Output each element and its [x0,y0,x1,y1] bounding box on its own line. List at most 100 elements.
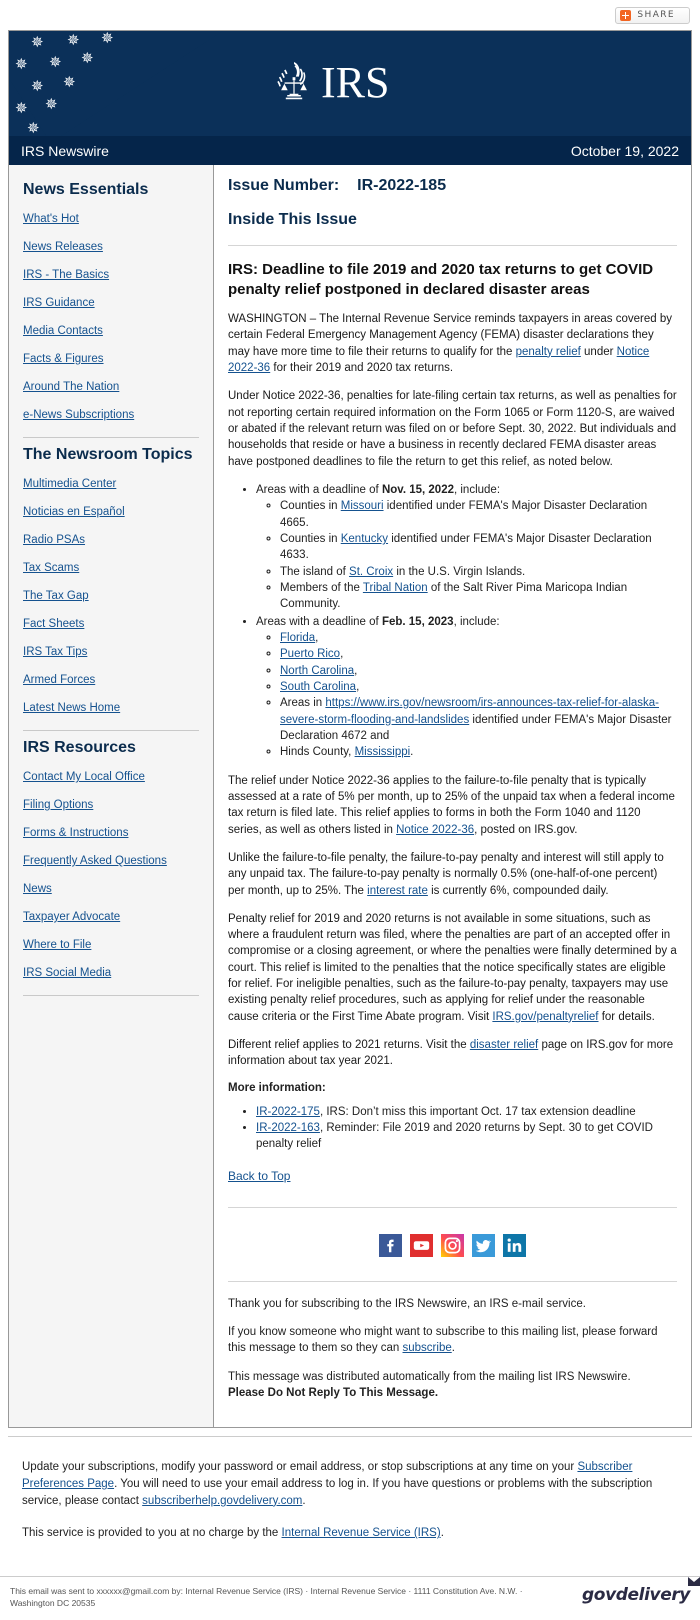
ir-2022-163-link[interactable]: IR-2022-163 [256,1122,320,1134]
sidebar-section-newsroom-topics: The Newsroom Topics Multimedia Center No… [23,446,199,714]
subscription-block: Update your subscriptions, modify your p… [8,1437,692,1576]
list-item: IR-2022-175, IRS: Don’t miss this import… [256,1104,677,1120]
sidebar-item-irs-guidance[interactable]: IRS Guidance [23,297,199,309]
no-charge-text: This service is provided to you at no ch… [22,1527,444,1540]
sidebar-item-where-to-file[interactable]: Where to File [23,939,199,951]
sidebar-item-around-the-nation[interactable]: Around The Nation [23,381,199,393]
list-item: The island of St. Croix in the U.S. Virg… [280,564,677,580]
list-item: Florida, [280,630,677,646]
list-item: IR-2022-163, Reminder: File 2019 and 202… [256,1120,677,1153]
list-item: Areas in https://www.irs.gov/newsroom/ir… [280,695,677,744]
irs-eagle-scales-icon [271,59,317,107]
notice-2022-36-link-2[interactable]: Notice 2022-36 [396,824,474,836]
sidebar-item-tax-scams[interactable]: Tax Scams [23,562,199,574]
list-item: Counties in Missouri identified under FE… [280,498,677,531]
tribal-nation-link[interactable]: Tribal Nation [363,582,428,594]
north-carolina-link[interactable]: North Carolina [280,665,354,677]
twitter-icon[interactable] [472,1233,495,1257]
missouri-link[interactable]: Missouri [341,500,384,512]
facebook-icon[interactable] [379,1233,402,1257]
reference-list: IR-2022-175, IRS: Don’t miss this import… [228,1104,677,1153]
sidebar-item-filing-options[interactable]: Filing Options [23,799,199,811]
kentucky-link[interactable]: Kentucky [341,533,388,545]
ir-2022-175-link[interactable]: IR-2022-175 [256,1106,320,1118]
govdelivery-logo-text: govdelivery [582,1585,690,1606]
sidebar-item-armed-forces[interactable]: Armed Forces [23,674,199,686]
sidebar-item-multimedia-center[interactable]: Multimedia Center [23,478,199,490]
instagram-icon[interactable] [441,1233,464,1257]
deadline-group-nov: Areas with a deadline of Nov. 15, 2022, … [256,482,677,613]
sidebar-item-forms-instructions[interactable]: Forms & Instructions [23,827,199,839]
sidebar-item-news[interactable]: News [23,883,199,895]
paragraph-relief-rate: The relief under Notice 2022-36 applies … [228,774,675,836]
mississippi-link[interactable]: Mississippi [355,746,411,758]
disaster-relief-link[interactable]: disaster relief [470,1039,538,1051]
sidebar-item-faq[interactable]: Frequently Asked Questions [23,855,199,867]
sidebar-item-latest-news-home[interactable]: Latest News Home [23,702,199,714]
florida-link[interactable]: Florida [280,632,315,644]
list-item: Members of the Tribal Nation of the Salt… [280,580,677,613]
irs-gov-penaltyrelief-link[interactable]: IRS.gov/penaltyrelief [492,1011,598,1023]
irs-logo-text: IRS [321,58,390,107]
sidebar-divider [23,437,199,438]
inside-this-issue-heading: Inside This Issue [228,211,357,228]
main-content: Issue Number: IR-2022-185 Inside This Iss… [214,165,691,1427]
masthead: ✵ ✵ ✵ ✵ ✵ ✵ ✵ ✵ ✵ ✵ ✵ IRS [9,31,691,136]
deadline-sublist: Counties in Missouri identified under FE… [256,498,677,612]
article-headline: IRS: Deadline to file 2019 and 2020 tax … [228,261,654,298]
newswire-date: October 19, 2022 [570,142,679,159]
share-button[interactable]: SHARE [615,6,690,24]
envelope-icon [688,1577,700,1587]
subscription-management-text: Update your subscriptions, modify your p… [22,1461,653,1507]
irs-link[interactable]: Internal Revenue Service (IRS) [282,1527,441,1539]
puerto-rico-link[interactable]: Puerto Rico [280,648,340,660]
paragraph-under-notice: Under Notice 2022-36, penalties for late… [228,390,677,468]
sidebar-item-irs-the-basics[interactable]: IRS - The Basics [23,269,199,281]
youtube-icon[interactable] [410,1233,433,1257]
sidebar-item-enews-subscriptions[interactable]: e-News Subscriptions [23,409,199,421]
paragraph-exclusions: Penalty relief for 2019 and 2020 returns… [228,912,677,1023]
subscribe-link[interactable]: subscribe [403,1342,452,1354]
sidebar-item-news-releases[interactable]: News Releases [23,241,199,253]
us-flag-icon: ✵ ✵ ✵ ✵ ✵ ✵ ✵ ✵ ✵ ✵ ✵ [9,31,299,136]
sidebar-item-whats-hot[interactable]: What's Hot [23,213,199,225]
linkedin-icon[interactable] [503,1233,526,1257]
sidebar-item-the-tax-gap[interactable]: The Tax Gap [23,590,199,602]
deadline-date: Feb. 15, 2023 [381,615,454,628]
email-frame: ✵ ✵ ✵ ✵ ✵ ✵ ✵ ✵ ✵ ✵ ✵ IRS IRS Newswire O… [8,30,692,1429]
list-item: North Carolina, [280,663,677,679]
deadline-date: Nov. 15, 2022 [381,483,454,496]
issue-number-line: Issue Number: IR-2022-185 [228,177,677,195]
issue-number-value: IR-2022-185 [357,177,447,194]
back-to-top-link[interactable]: Back to Top [228,1169,290,1183]
deadline-group-feb: Areas with a deadline of Feb. 15, 2023, … [256,614,677,761]
sidebar-item-noticias-espanol[interactable]: Noticias en Español [23,506,199,518]
irs-logo: IRS [271,59,389,107]
list-item: South Carolina, [280,679,677,695]
flag-stars: ✵ ✵ ✵ ✵ ✵ ✵ ✵ ✵ ✵ ✵ ✵ [15,31,114,136]
st-croix-link[interactable]: St. Croix [349,566,393,578]
sidebar-item-irs-social-media[interactable]: IRS Social Media [23,967,199,979]
sidebar-section-news-essentials: News Essentials What's Hot News Releases… [23,181,199,421]
subscriber-help-link[interactable]: subscriberhelp.govdelivery.com [142,1495,302,1507]
forward-subscribe-text: If you know someone who might want to su… [228,1326,658,1355]
sidebar-item-media-contacts[interactable]: Media Contacts [23,325,199,337]
divider [228,1280,677,1282]
sidebar-item-fact-sheets[interactable]: Fact Sheets [23,618,199,630]
do-not-reply-text: Please Do Not Reply To This Message. [228,1387,439,1400]
thank-you-text: Thank you for subscribing to the IRS New… [228,1297,586,1310]
interest-rate-link[interactable]: interest rate [367,885,428,897]
sidebar-heading: IRS Resources [23,739,136,756]
sidebar-item-facts-figures[interactable]: Facts & Figures [23,353,199,365]
sidebar-item-irs-tax-tips[interactable]: IRS Tax Tips [23,646,199,658]
sidebar-item-taxpayer-advocate[interactable]: Taxpayer Advocate [23,911,199,923]
south-carolina-link[interactable]: South Carolina [280,681,356,693]
sidebar-heading: News Essentials [23,181,149,198]
govdelivery-footer: This email was sent to xxxxxx@gmail.com … [0,1576,700,1620]
newswire-title: IRS Newswire [21,142,109,159]
paragraph-washington: WASHINGTON – The Internal Revenue Servic… [228,313,673,374]
penalty-relief-link[interactable]: penalty relief [516,346,581,358]
sidebar-item-radio-psas[interactable]: Radio PSAs [23,534,199,546]
sidebar-item-contact-local-office[interactable]: Contact My Local Office [23,771,199,783]
divider [228,245,677,246]
